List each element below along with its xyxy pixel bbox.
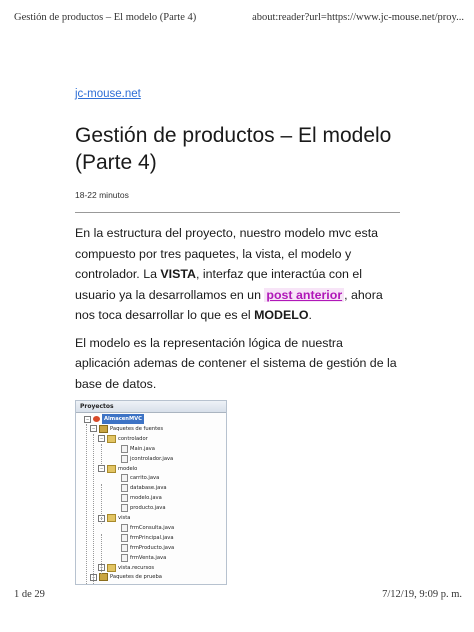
java-file-icon: [121, 533, 128, 542]
tree-node-label: jcontrolador.java: [130, 455, 174, 462]
tree-node[interactable]: frmConsulta.java: [114, 523, 174, 533]
print-header-title: Gestión de productos – El modelo (Parte …: [14, 12, 197, 23]
reading-time: 18-22 minutos: [75, 190, 129, 200]
tree-guide-line: [101, 444, 102, 464]
tree-node[interactable]: producto.java: [114, 503, 166, 513]
project-tree: − AlmacenMVC − Paquetes de fuentes − controla…: [76, 414, 226, 584]
tree-node-label: frmPrincipal.java: [130, 534, 174, 541]
package-icon: [107, 464, 116, 473]
source-packages-icon: [99, 424, 108, 433]
project-tree-screenshot: Proyectos − AlmacenMVC − Paquetes de fuente…: [75, 400, 227, 585]
tree-node[interactable]: database.java: [114, 483, 167, 493]
page-number: 1 de 29: [14, 589, 45, 600]
tree-guide-line: [101, 484, 102, 524]
tree-guide-line: [101, 534, 102, 574]
tree-node[interactable]: frmProducto.java: [114, 543, 174, 553]
reader-article: jc-mouse.net Gestión de productos – El m…: [75, 88, 400, 585]
tree-node[interactable]: − Paquetes de fuentes: [90, 424, 163, 434]
source-packages-icon: [99, 573, 108, 582]
tree-node-label: Paquetes de prueba: [110, 574, 162, 581]
vista-bold: VISTA: [160, 267, 196, 281]
tree-node-label: modelo: [118, 465, 138, 472]
paragraph-1-text-d: .: [308, 308, 312, 322]
tree-node-label: AlmacenMVC: [102, 414, 144, 424]
tree-node[interactable]: − modelo: [98, 464, 137, 474]
tree-node-label: vista: [118, 515, 131, 521]
tree-node-label: carrito.java: [130, 475, 160, 482]
java-file-icon: [121, 494, 128, 503]
java-file-icon: [121, 444, 128, 453]
tree-node-label: frmProducto.java: [130, 544, 175, 551]
tree-node[interactable]: − controlador: [98, 434, 148, 444]
collapse-toggle-icon[interactable]: −: [84, 415, 91, 423]
java-file-icon: [121, 504, 128, 513]
java-file-icon: [121, 454, 128, 463]
print-header: Gestión de productos – El modelo (Parte …: [14, 12, 464, 23]
tree-node[interactable]: modelo.java: [114, 493, 162, 503]
paragraph-2: El modelo es la representación lógica de…: [75, 335, 397, 391]
java-file-icon: [121, 523, 128, 532]
tree-node[interactable]: + vista.recursos: [98, 563, 154, 573]
tree-guide-line: [93, 434, 94, 584]
tree-node-label: frmConsulta.java: [130, 524, 175, 531]
tree-node-label: vista.recursos: [118, 564, 155, 571]
site-link[interactable]: jc-mouse.net: [75, 88, 400, 100]
tree-node-label: frmVenta.java: [130, 554, 167, 561]
collapse-toggle-icon[interactable]: −: [98, 435, 105, 443]
tree-node-label: Main.java: [130, 445, 155, 452]
tree-node[interactable]: − vista: [98, 513, 130, 523]
tree-node[interactable]: frmVenta.java: [114, 553, 166, 563]
tree-node[interactable]: jcontrolador.java: [114, 454, 173, 464]
java-file-icon: [121, 553, 128, 562]
project-icon: [93, 416, 100, 422]
collapse-toggle-icon[interactable]: −: [98, 465, 105, 472]
tree-node[interactable]: Main.java: [114, 444, 155, 454]
package-icon: [107, 434, 116, 443]
tree-node[interactable]: frmPrincipal.java: [114, 533, 174, 543]
post-anterior-link[interactable]: post anterior: [264, 287, 345, 302]
java-file-icon: [121, 474, 128, 483]
article-title: Gestión de productos – El modelo (Parte …: [75, 124, 392, 174]
tree-node[interactable]: carrito.java: [114, 473, 159, 483]
package-icon: [107, 514, 116, 522]
modelo-bold: MODELO: [254, 308, 309, 322]
tree-node-label: modelo.java: [130, 495, 162, 502]
tree-node-label: controlador: [118, 435, 148, 442]
print-header-url: about:reader?url=https://www.jc-mouse.ne…: [252, 12, 464, 23]
tree-node-label: Paquetes de fuentes: [110, 425, 164, 432]
tree-guide-line: [86, 424, 87, 584]
projects-panel-title: Proyectos: [76, 401, 226, 413]
title-divider: [75, 212, 400, 213]
tree-node-label: producto.java: [130, 505, 166, 512]
paragraph-1: En la estructura del proyecto, nuestro m…: [75, 223, 400, 326]
print-datetime: 7/12/19, 9:09 p. m.: [382, 589, 462, 600]
java-file-icon: [121, 543, 128, 552]
collapse-toggle-icon[interactable]: −: [90, 425, 97, 433]
tree-node[interactable]: − AlmacenMVC: [84, 414, 144, 424]
print-footer: 1 de 29 7/12/19, 9:09 p. m.: [14, 589, 462, 600]
tree-node-label: database.java: [130, 485, 167, 492]
java-file-icon: [121, 484, 128, 493]
package-icon: [107, 563, 116, 572]
